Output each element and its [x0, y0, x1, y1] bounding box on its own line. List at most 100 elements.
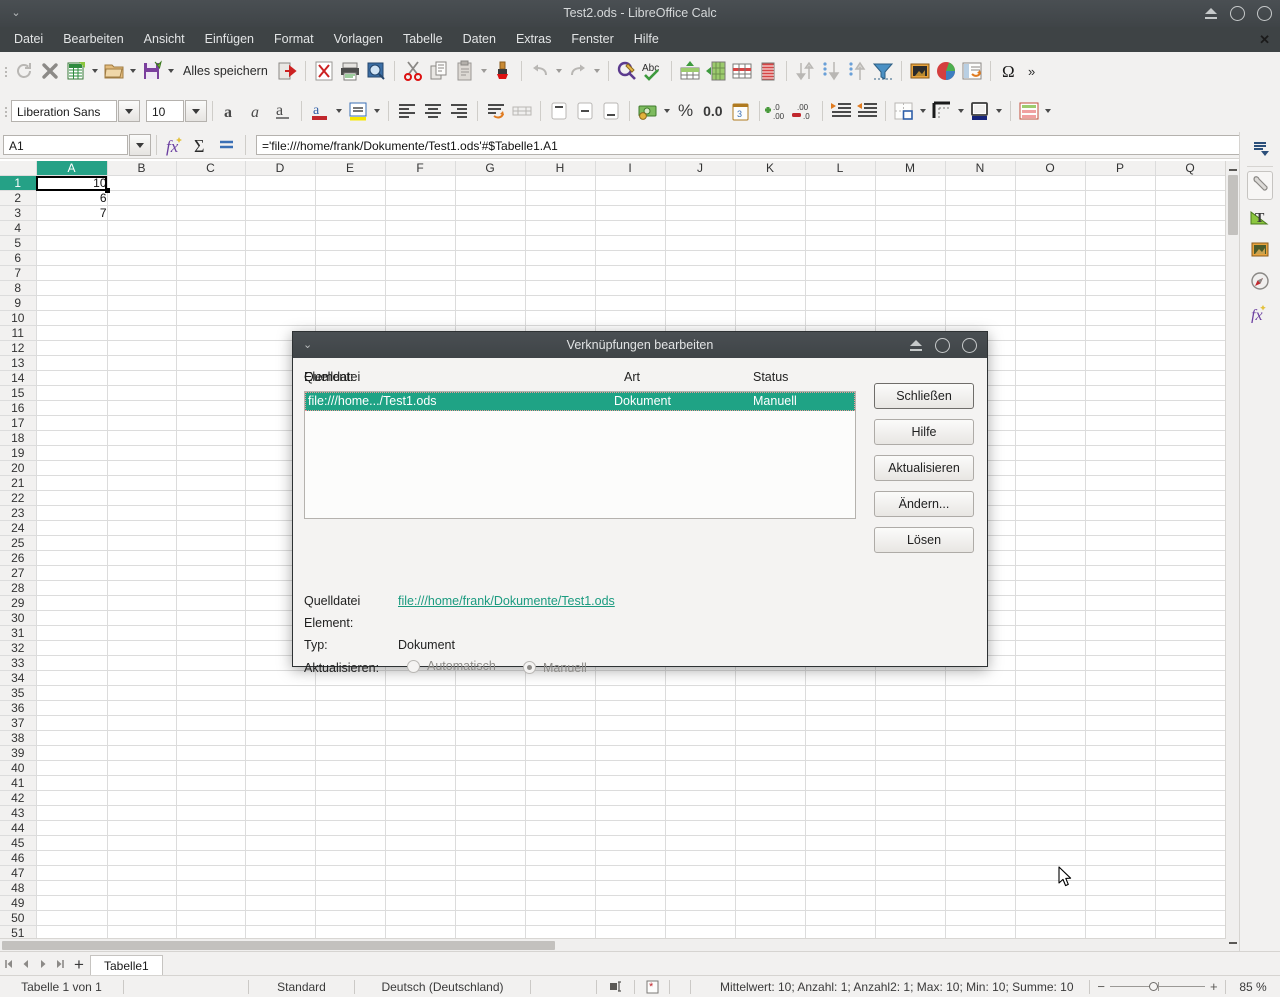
cell-F38[interactable] [385, 731, 455, 746]
cell-B18[interactable] [107, 431, 176, 446]
cell-B49[interactable] [107, 896, 176, 911]
cell-P24[interactable] [1085, 521, 1155, 536]
cell-M44[interactable] [875, 821, 945, 836]
radio-manuell[interactable]: Manuell [523, 659, 587, 675]
cell-B25[interactable] [107, 536, 176, 551]
print-icon[interactable] [337, 58, 363, 84]
cell-H9[interactable] [525, 296, 595, 311]
cell-J9[interactable] [665, 296, 735, 311]
cell-A11[interactable] [36, 326, 107, 341]
column-header-H[interactable]: H [525, 161, 595, 176]
cell-E40[interactable] [315, 761, 385, 776]
cell-C33[interactable] [176, 656, 245, 671]
cell-N49[interactable] [945, 896, 1015, 911]
help-button[interactable]: Hilfe [874, 419, 974, 445]
cell-H36[interactable] [525, 701, 595, 716]
cell-C44[interactable] [176, 821, 245, 836]
cell-K8[interactable] [735, 281, 805, 296]
menu-extras[interactable]: Extras [506, 27, 561, 52]
row-header-7[interactable]: 7 [0, 266, 36, 281]
cell-I37[interactable] [595, 716, 665, 731]
cell-B21[interactable] [107, 476, 176, 491]
minimize-icon[interactable] [1230, 6, 1245, 21]
cell-C23[interactable] [176, 506, 245, 521]
next-sheet-icon[interactable] [34, 952, 51, 976]
cell-C47[interactable] [176, 866, 245, 881]
cell-G41[interactable] [455, 776, 525, 791]
cell-O26[interactable] [1015, 551, 1085, 566]
row-header-5[interactable]: 5 [0, 236, 36, 251]
cell-J10[interactable] [665, 311, 735, 326]
cell-J7[interactable] [665, 266, 735, 281]
cell-Q17[interactable] [1155, 416, 1225, 431]
cell-C42[interactable] [176, 791, 245, 806]
cell-styles-icon[interactable] [1016, 98, 1042, 124]
cell-C21[interactable] [176, 476, 245, 491]
row-header-34[interactable]: 34 [0, 671, 36, 686]
cell-P9[interactable] [1085, 296, 1155, 311]
cell-B11[interactable] [107, 326, 176, 341]
zoom-in-button[interactable]: + [1210, 979, 1218, 994]
cell-A42[interactable] [36, 791, 107, 806]
add-sheet-button[interactable]: + [68, 952, 90, 976]
cell-I8[interactable] [595, 281, 665, 296]
cell-O18[interactable] [1015, 431, 1085, 446]
special-character-icon[interactable]: Ω [996, 58, 1022, 84]
row-header-11[interactable]: 11 [0, 326, 36, 341]
maximize-icon[interactable] [1257, 6, 1272, 21]
cell-P22[interactable] [1085, 491, 1155, 506]
cell-A20[interactable] [36, 461, 107, 476]
cell-E2[interactable] [315, 191, 385, 206]
column-header-A[interactable]: A [36, 161, 107, 176]
cell-D43[interactable] [245, 806, 315, 821]
cell-F39[interactable] [385, 746, 455, 761]
cell-G46[interactable] [455, 851, 525, 866]
column-header-I[interactable]: I [595, 161, 665, 176]
cell-E44[interactable] [315, 821, 385, 836]
paste-icon[interactable] [452, 58, 478, 84]
zoom-level-label[interactable]: 85 % [1226, 976, 1280, 997]
cell-D3[interactable] [245, 206, 315, 221]
row-header-27[interactable]: 27 [0, 566, 36, 581]
column-header-L[interactable]: L [805, 161, 875, 176]
cell-P47[interactable] [1085, 866, 1155, 881]
menu-einfuegen[interactable]: Einfügen [195, 27, 264, 52]
cell-B22[interactable] [107, 491, 176, 506]
row-header-10[interactable]: 10 [0, 311, 36, 326]
cell-Q37[interactable] [1155, 716, 1225, 731]
status-page-style[interactable]: Standard [249, 976, 354, 997]
underline-icon[interactable]: a [270, 98, 296, 124]
sort-icon[interactable] [792, 58, 818, 84]
cell-Q6[interactable] [1155, 251, 1225, 266]
cell-N43[interactable] [945, 806, 1015, 821]
cell-M8[interactable] [875, 281, 945, 296]
cell-Q21[interactable] [1155, 476, 1225, 491]
cell-C3[interactable] [176, 206, 245, 221]
cell-A29[interactable] [36, 596, 107, 611]
cell-L41[interactable] [805, 776, 875, 791]
cell-P20[interactable] [1085, 461, 1155, 476]
cell-B42[interactable] [107, 791, 176, 806]
cell-O11[interactable] [1015, 326, 1085, 341]
previous-sheet-icon[interactable] [17, 952, 34, 976]
cell-B45[interactable] [107, 836, 176, 851]
horizontal-scrollbar[interactable] [0, 938, 1226, 952]
cell-B41[interactable] [107, 776, 176, 791]
zoom-track[interactable] [1110, 986, 1205, 987]
cell-C2[interactable] [176, 191, 245, 206]
cell-E38[interactable] [315, 731, 385, 746]
bold-icon[interactable]: a [218, 98, 244, 124]
cell-H2[interactable] [525, 191, 595, 206]
cell-B27[interactable] [107, 566, 176, 581]
cell-A36[interactable] [36, 701, 107, 716]
cell-F3[interactable] [385, 206, 455, 221]
cell-O32[interactable] [1015, 641, 1085, 656]
sidebar-settings-icon[interactable] [1240, 132, 1280, 164]
column-header-status[interactable]: Status [753, 370, 788, 384]
cell-A34[interactable] [36, 671, 107, 686]
cell-A15[interactable] [36, 386, 107, 401]
cell-N4[interactable] [945, 221, 1015, 236]
cell-D4[interactable] [245, 221, 315, 236]
cell-D42[interactable] [245, 791, 315, 806]
borders-icon[interactable] [891, 98, 917, 124]
